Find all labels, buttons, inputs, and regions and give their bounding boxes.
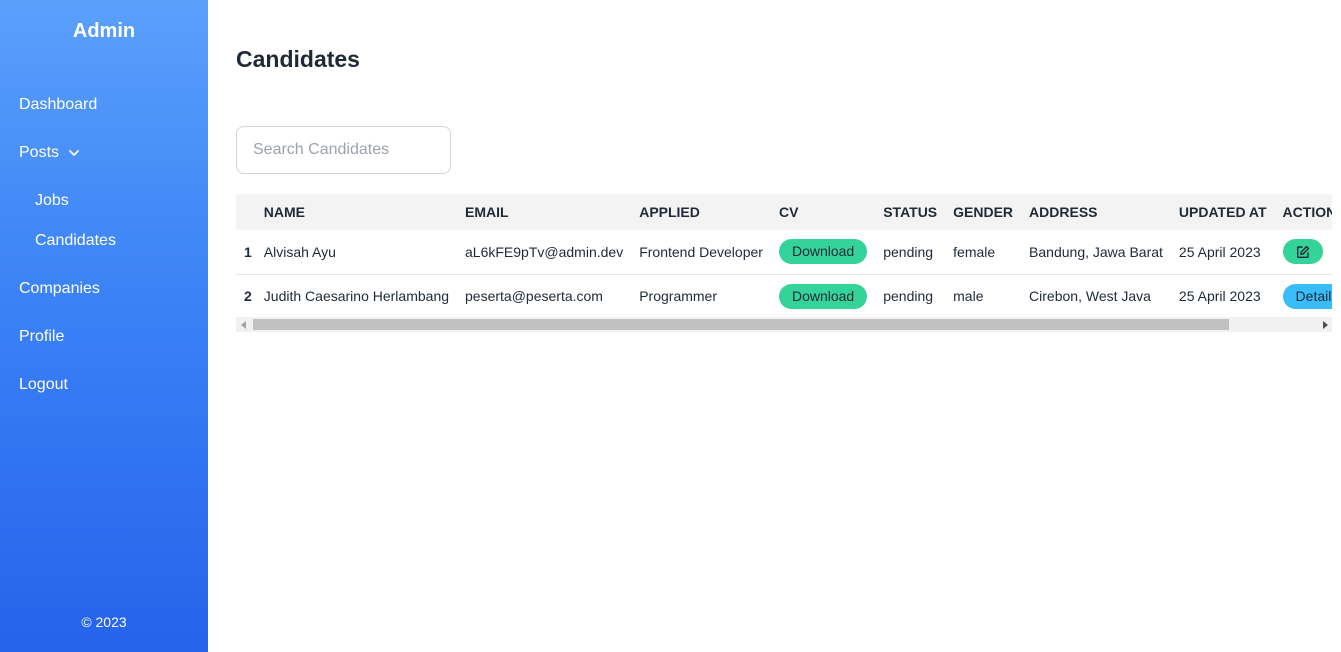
candidate-gender: male <box>945 274 1022 319</box>
candidate-status: pending <box>875 274 946 319</box>
main-content: Candidates NAME EMAIL APPLIED CV STATUS … <box>236 0 1341 652</box>
column-header-gender: GENDER <box>953 204 1014 220</box>
candidates-table-container: NAME EMAIL APPLIED CV STATUS GENDER ADDR… <box>236 194 1332 334</box>
sidebar-item-companies[interactable]: Companies <box>19 280 100 298</box>
sidebar-item-posts[interactable]: Posts <box>19 144 80 162</box>
column-header-address: ADDRESS <box>1029 204 1098 220</box>
sidebar-item-logout[interactable]: Logout <box>19 376 68 394</box>
candidate-email: aL6kFE9pTv@admin.dev <box>457 230 632 275</box>
column-header-name: NAME <box>263 204 306 220</box>
sidebar-item-label: Dashboard <box>19 96 98 113</box>
scroll-right-arrow-icon[interactable] <box>1317 317 1332 332</box>
sidebar-item-label: Jobs <box>35 192 69 209</box>
candidate-name: Alvisah Ayu <box>255 230 458 275</box>
action-cell <box>1274 230 1332 275</box>
candidate-address: Cirebon, West Java <box>1021 274 1171 319</box>
column-header-email: EMAIL <box>465 204 509 220</box>
candidate-email: peserta@peserta.com <box>457 274 632 319</box>
sidebar: Admin Dashboard Posts Jobs Candidates Co… <box>0 0 208 652</box>
sidebar-item-label: Companies <box>19 280 100 297</box>
row-number: 2 <box>236 274 256 319</box>
horizontal-scrollbar[interactable] <box>236 317 1332 332</box>
details-button[interactable]: Details <box>1282 283 1332 309</box>
column-header-status: STATUS <box>883 204 938 220</box>
sidebar-item-candidates[interactable]: Candidates <box>35 232 116 250</box>
table-header-row: NAME EMAIL APPLIED CV STATUS GENDER ADDR… <box>236 194 1332 230</box>
candidate-gender: female <box>945 230 1022 275</box>
brand-title: Admin <box>72 20 136 42</box>
candidate-address: Bandung, Jawa Barat <box>1021 230 1171 275</box>
row-number: 1 <box>236 230 256 275</box>
candidate-updated-at: 25 April 2023 <box>1170 230 1275 275</box>
copyright-text: © 2023 <box>81 614 127 630</box>
sidebar-item-label: Posts <box>19 144 60 161</box>
scroll-left-arrow-icon[interactable] <box>236 317 251 332</box>
sidebar-item-profile[interactable]: Profile <box>19 328 64 346</box>
candidate-name: Judith Caesarino Herlambang <box>255 274 458 319</box>
column-header-index <box>236 194 256 230</box>
sidebar-item-label: Candidates <box>35 232 116 249</box>
candidates-table: NAME EMAIL APPLIED CV STATUS GENDER ADDR… <box>236 194 1332 319</box>
page-title: Candidates <box>236 46 360 72</box>
action-cell: Details <box>1274 274 1332 319</box>
candidate-status: pending <box>875 230 946 275</box>
candidate-applied: Programmer <box>631 274 771 319</box>
sidebar-item-label: Logout <box>19 376 68 393</box>
edit-button[interactable] <box>1282 239 1323 265</box>
column-header-updated-at: UPDATED AT <box>1178 204 1267 220</box>
search-input[interactable] <box>236 126 451 174</box>
sidebar-item-jobs[interactable]: Jobs <box>35 192 69 210</box>
edit-icon <box>1296 245 1309 258</box>
column-header-cv: CV <box>778 204 799 220</box>
sidebar-item-label: Profile <box>19 328 65 345</box>
sidebar-item-dashboard[interactable]: Dashboard <box>19 96 97 114</box>
scrollbar-thumb[interactable] <box>253 319 1229 330</box>
candidate-updated-at: 25 April 2023 <box>1170 274 1275 319</box>
table-row: 1 Alvisah Ayu aL6kFE9pTv@admin.dev Front… <box>236 230 1332 275</box>
download-cv-button[interactable]: Download <box>778 283 868 309</box>
candidate-applied: Frontend Developer <box>631 230 771 275</box>
download-cv-button[interactable]: Download <box>778 239 868 265</box>
cv-cell: Download <box>770 230 876 275</box>
cv-cell: Download <box>770 274 876 319</box>
column-header-applied: APPLIED <box>639 204 700 220</box>
chevron-down-icon <box>69 150 79 156</box>
table-row: 2 Judith Caesarino Herlambang peserta@pe… <box>236 274 1332 319</box>
column-header-action: ACTION <box>1282 204 1332 220</box>
